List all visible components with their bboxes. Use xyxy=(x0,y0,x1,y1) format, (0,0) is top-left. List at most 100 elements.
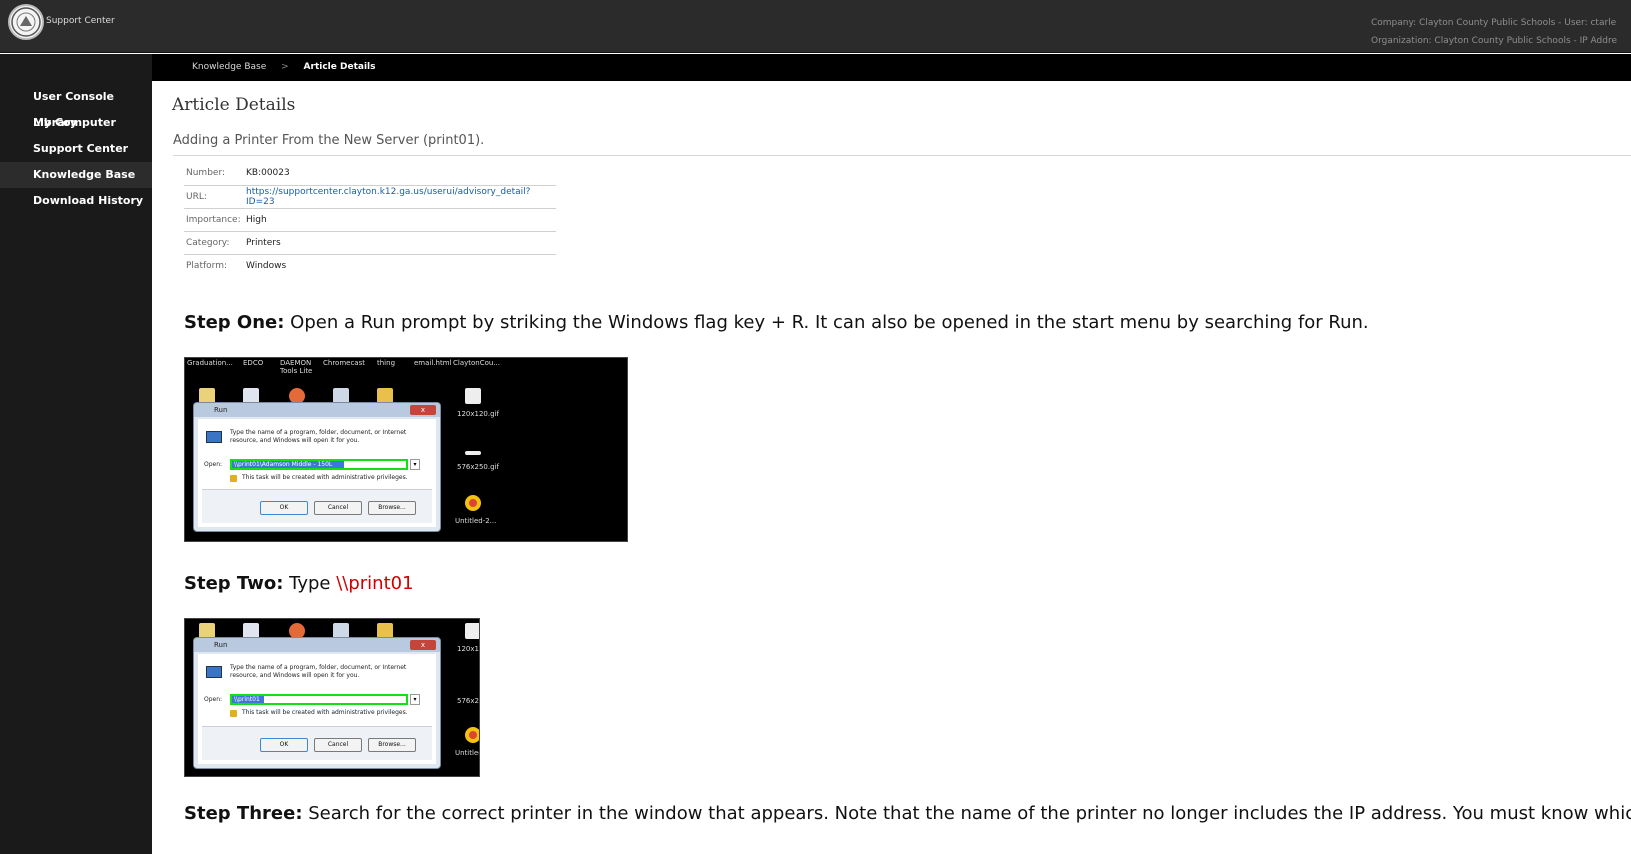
breadcrumb-separator: > xyxy=(281,62,289,72)
meta-key: Number: xyxy=(184,162,246,186)
cancel-button[interactable]: Cancel xyxy=(314,501,362,515)
run-dialog-title: Run xyxy=(194,403,440,417)
close-icon[interactable]: x xyxy=(410,405,436,415)
run-dialog-title: Run xyxy=(194,638,440,652)
gif-file-icon xyxy=(465,623,479,639)
article-title: Adding a Printer From the New Server (pr… xyxy=(173,133,485,148)
run-open-value: \\print01 xyxy=(232,696,264,703)
run-icon xyxy=(206,666,222,678)
run-open-value: \\print01\Adamson Middle - 150L xyxy=(232,461,344,468)
meta-value: Windows xyxy=(246,260,287,271)
company-user-line: Company: Clayton County Public Schools -… xyxy=(1371,18,1617,28)
step-text: Type xyxy=(283,573,337,594)
run-dialog-footer: OK Cancel Browse... xyxy=(202,489,432,523)
admin-note: This task will be created with administr… xyxy=(242,474,408,481)
seal-icon xyxy=(11,7,41,37)
meta-row-url: URL: https://supportcenter.clayton.k12.g… xyxy=(184,185,556,209)
shield-icon xyxy=(230,475,237,482)
meta-row-platform: Platform: Windows xyxy=(184,254,556,277)
desktop-label: email.html xyxy=(414,359,452,367)
meta-key: Importance: xyxy=(184,208,246,232)
sidebar-item-support-center[interactable]: Support Center xyxy=(0,136,152,162)
step-heading: Step Two: xyxy=(184,573,284,594)
title-divider xyxy=(173,155,1631,156)
meta-key: Platform: xyxy=(186,260,227,271)
chevron-down-icon[interactable]: ▾ xyxy=(410,694,420,705)
step-one: Step One: Open a Run prompt by striking … xyxy=(184,312,1369,333)
meta-value: https://supportcenter.clayton.k12.ga.us/… xyxy=(246,185,556,209)
run-open-input[interactable]: \\print01\Adamson Middle - 150L xyxy=(230,459,408,470)
meta-value: KB:00023 xyxy=(246,162,556,186)
step-text: Open a Run prompt by striking the Window… xyxy=(284,312,1369,333)
shield-icon xyxy=(230,710,237,717)
desktop-label: Chromecast xyxy=(323,359,365,367)
run-dialog: Run x Type the name of a program, folder… xyxy=(193,637,441,769)
desktop-label: 120x120.gif xyxy=(457,410,499,418)
breadcrumb-article-details: Article Details xyxy=(303,62,376,72)
sidebar-item-download-history[interactable]: Download History xyxy=(0,188,152,214)
admin-note: This task will be created with administr… xyxy=(242,709,408,716)
step-highlight: \\print01 xyxy=(336,573,414,594)
breadcrumb: Knowledge Base > Article Details xyxy=(152,54,1631,81)
sidebar-item-knowledge-base[interactable]: Knowledge Base xyxy=(0,162,152,188)
meta-row-category: Category: Printers xyxy=(184,231,556,255)
user-info: Company: Clayton County Public Schools -… xyxy=(1371,14,1631,50)
run-dialog: Run x Type the name of a program, folder… xyxy=(193,402,441,532)
step-text: Search for the correct printer in the wi… xyxy=(302,803,1631,824)
run-icon xyxy=(206,431,222,443)
chevron-down-icon[interactable]: ▾ xyxy=(410,459,420,470)
meta-row-importance: Importance: High xyxy=(184,208,556,232)
open-label: Open: xyxy=(204,696,223,703)
meta-key: Category: xyxy=(184,231,246,255)
step-heading: Step Three: xyxy=(184,803,303,824)
browse-button[interactable]: Browse... xyxy=(368,501,416,515)
step-one-screenshot: Graduation... EDCO DAEMON Tools Lite Chr… xyxy=(184,357,628,542)
sidebar-nav: User Console Library My Computer Support… xyxy=(0,84,152,214)
run-dialog-body: Type the name of a program, folder, docu… xyxy=(198,654,436,764)
run-open-input[interactable]: \\print01 xyxy=(230,694,408,705)
desktop-label: 576x25 xyxy=(457,697,479,705)
desktop-label: Graduation... xyxy=(187,359,233,367)
meta-row-number: Number: KB:00023 xyxy=(184,162,556,186)
sidebar: User Console Library My Computer Support… xyxy=(0,54,152,854)
ok-button[interactable]: OK xyxy=(260,501,308,515)
article-url-link[interactable]: https://supportcenter.clayton.k12.ga.us/… xyxy=(246,187,530,207)
desktop-label: DAEMON Tools Lite xyxy=(280,359,313,375)
breadcrumb-knowledge-base[interactable]: Knowledge Base xyxy=(192,54,266,81)
ok-button[interactable]: OK xyxy=(260,738,308,752)
browse-button[interactable]: Browse... xyxy=(368,738,416,752)
meta-value: High xyxy=(246,208,556,232)
desktop-label: thing xyxy=(377,359,396,367)
chrome-icon xyxy=(465,727,479,743)
desktop-label: 576x250.gif xyxy=(457,463,499,471)
desktop-label: 120x12 xyxy=(457,645,479,653)
step-two-screenshot: 120x12 576x25 Untitled Run x Type the na… xyxy=(184,618,480,777)
article-meta-table: Number: KB:00023 URL: https://supportcen… xyxy=(184,162,556,277)
step-heading: Step One: xyxy=(184,312,285,333)
main-content[interactable]: Article Details Adding a Printer From th… xyxy=(152,81,1631,854)
chrome-icon xyxy=(465,495,481,511)
page-title: Article Details xyxy=(172,95,296,115)
gif-file-icon xyxy=(465,451,481,455)
open-label: Open: xyxy=(204,461,223,468)
step-two: Step Two: Type \\print01 xyxy=(184,573,414,594)
desktop-label: ClaytonCou... xyxy=(453,359,501,367)
organization-ip-line: Organization: Clayton County Public Scho… xyxy=(1371,36,1618,46)
run-dialog-footer: OK Cancel Browse... xyxy=(202,726,432,760)
district-seal-logo[interactable] xyxy=(8,4,44,40)
meta-value: Printers xyxy=(246,231,556,255)
run-dialog-body: Type the name of a program, folder, docu… xyxy=(198,419,436,527)
brand-name: Support Center xyxy=(46,16,115,26)
meta-key: URL: xyxy=(184,185,246,209)
sidebar-item-user-console-library[interactable]: User Console Library xyxy=(0,84,152,129)
step-three: Step Three: Search for the correct print… xyxy=(184,803,1631,824)
run-dialog-description: Type the name of a program, folder, docu… xyxy=(230,429,407,444)
close-icon[interactable]: x xyxy=(410,640,436,650)
top-header: Support Center Company: Clayton County P… xyxy=(0,0,1631,53)
sidebar-item-my-computer[interactable]: My Computer xyxy=(0,110,152,136)
desktop-label: EDCO xyxy=(243,359,264,367)
cancel-button[interactable]: Cancel xyxy=(314,738,362,752)
desktop-label: Untitled-2... xyxy=(455,517,497,525)
gif-file-icon xyxy=(465,388,481,404)
run-dialog-description: Type the name of a program, folder, docu… xyxy=(230,664,407,679)
